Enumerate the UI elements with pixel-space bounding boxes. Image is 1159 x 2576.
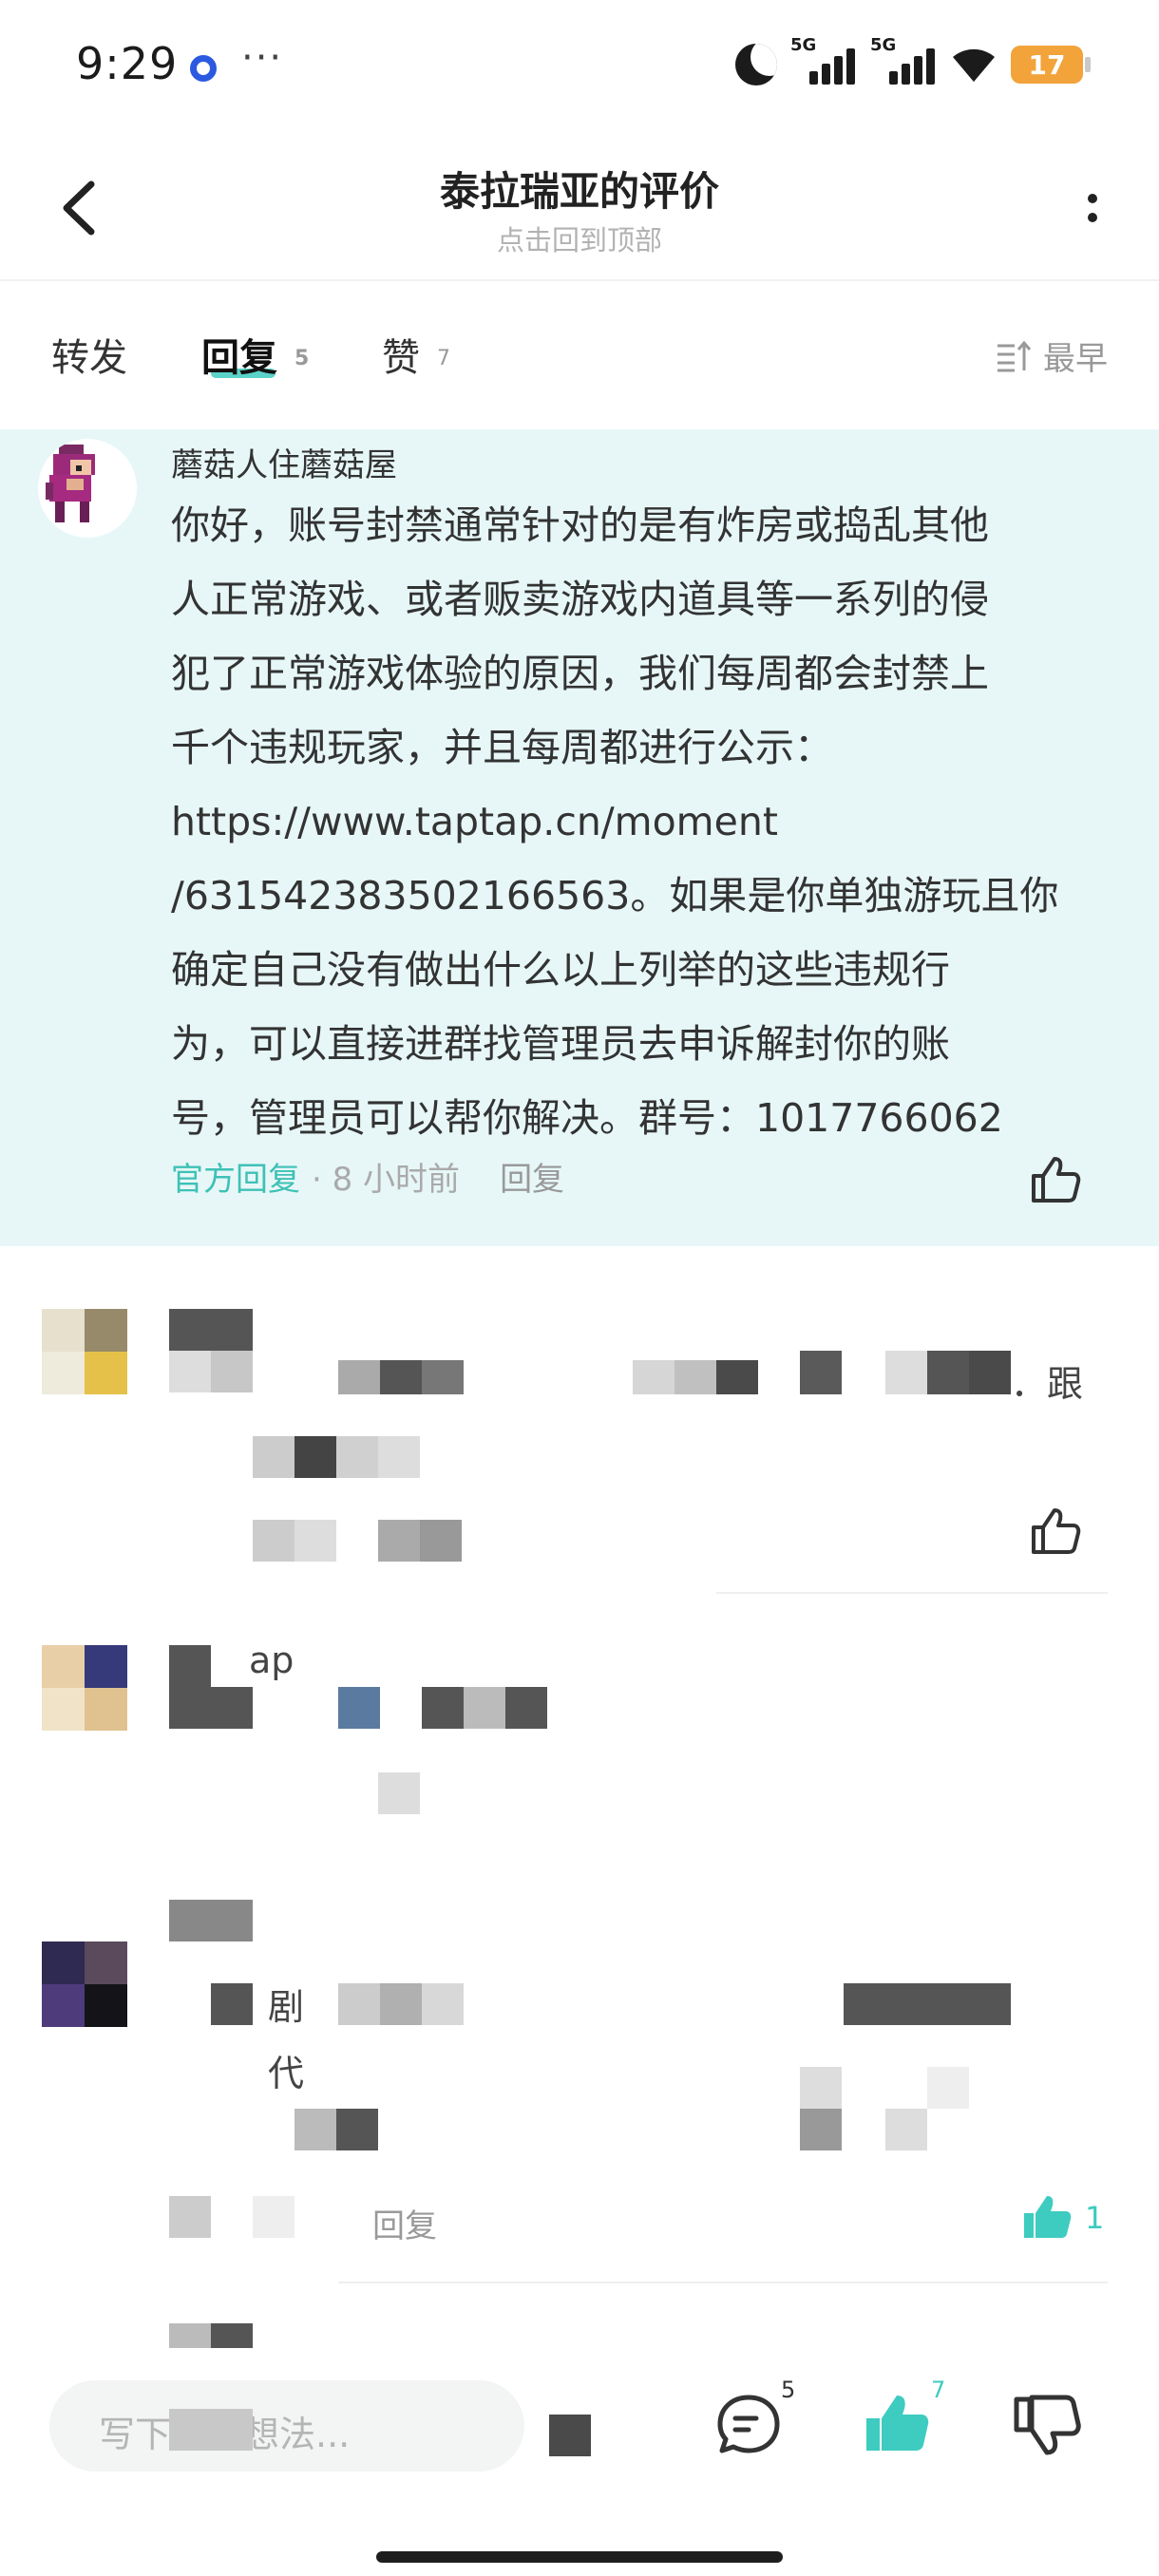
tab-reply[interactable]: 回复 5 [201,327,309,382]
reply-line: 确定自己没有做出什么以上列举的这些违规行 [171,947,950,993]
avatar[interactable] [42,1941,127,2027]
battery-icon: 17 [1011,46,1091,84]
like-count-badge: 7 [931,2377,946,2403]
status-time: 9:29 [76,38,179,89]
comment-icon[interactable] [711,2386,787,2462]
comment-input[interactable]: 写下你的想法... [49,2380,524,2472]
official-reply-tag: 官方回复 [171,1161,300,1199]
reply-link[interactable]: https://www.taptap.cn/moment [171,785,1112,859]
status-bar: 9:29 ··· 5G 5G 17 [0,0,1159,133]
tab-bar: 转发 回复 5 赞7 最早 [0,283,1159,429]
tab-forward[interactable]: 转发 [51,327,127,382]
reply-text-fragment: ．跟 [1011,1363,1084,1405]
reply-line: 为，可以直接进群找管理员去申诉解封你的账 [171,1021,950,1067]
bottom-action-bar: 写下你的想法... 5 7 [0,2348,1159,2576]
do-not-disturb-icon [735,44,777,85]
sort-toggle[interactable]: 最早 [996,332,1108,379]
reply-line: 千个违规玩家，并且每周都进行公示： [171,725,833,770]
avatar[interactable] [38,439,137,538]
reply-body: 你好，账号封禁通常针对的是有炸房或捣乱其他 人正常游戏、或者贩卖游戏内道具等一系… [171,488,1112,1155]
more-options-icon[interactable] [1083,188,1102,241]
divider [716,1592,1108,1594]
reply-line: 你好，账号封禁通常针对的是有炸房或捣乱其他 [171,502,989,548]
reply-author-name[interactable]: 蘑菇人住蘑菇屋 [171,439,397,485]
reply-line: 号，管理员可以帮你解决。群号：1017766062 [171,1095,1003,1141]
comment-count-badge: 5 [781,2377,796,2403]
divider [338,2282,1108,2283]
signal-icon: 5G [790,35,857,88]
thumbs-up-filled-icon[interactable] [859,2386,935,2462]
like-count: 1 [1085,2200,1105,2236]
reply-button[interactable]: 回复 [372,2200,437,2246]
home-indicator [376,2551,783,2563]
reply-line: /631542383502166563。如果是你单独游玩且你 [171,873,1059,919]
status-more-icon: ··· [241,36,284,80]
reply-meta: 官方回复 · 8 小时前 回复 [171,1153,564,1200]
scroll-to-top-hint[interactable]: 点击回到顶部 [0,218,1159,258]
reply-text-fragment: 代 [268,2053,305,2094]
sort-icon [998,340,1032,371]
reply-author-fragment: ap [249,1639,294,1681]
thumbs-up-icon[interactable] [1028,1505,1081,1558]
header: 泰拉瑞亚的评价 点击回到顶部 [0,133,1159,281]
thumbs-down-icon[interactable] [1009,2386,1085,2462]
tab-like[interactable]: 赞7 [382,327,450,382]
official-reply-card: 蘑菇人住蘑菇屋 你好，账号封禁通常针对的是有炸房或捣乱其他 人正常游戏、或者贩卖… [0,429,1159,1246]
status-indicators: 5G 5G 17 [735,35,1091,91]
reply-button[interactable]: 回复 [500,1153,564,1200]
reply-text-fragment: 剧 [268,1986,305,2028]
thumbs-up-filled-icon[interactable] [1020,2190,1074,2244]
page-title: 泰拉瑞亚的评价 [439,168,719,215]
reply-line: 人正常游戏、或者贩卖游戏内道具等一系列的侵 [171,577,989,622]
reply-time: · 8 小时前 [312,1161,461,1199]
avatar[interactable] [42,1645,127,1731]
wifi-icon [950,44,998,85]
thumbs-up-icon[interactable] [1028,1153,1081,1206]
signal-icon-2: 5G [870,35,937,88]
avatar[interactable] [42,1309,127,1394]
app-notification-icon [190,55,217,82]
reply-line: 犯了正常游戏体验的原因，我们每周都会封禁上 [171,651,989,696]
